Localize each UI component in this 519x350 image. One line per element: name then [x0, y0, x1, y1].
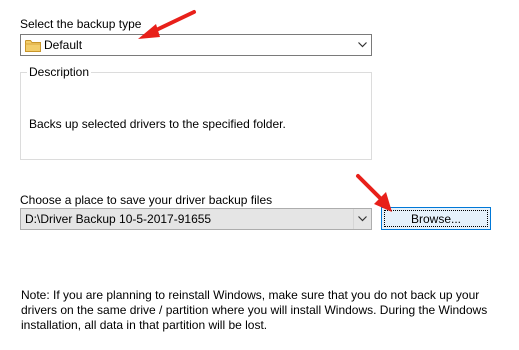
backup-type-value: Default [44, 38, 83, 52]
browse-button[interactable]: Browse... [381, 207, 491, 230]
chevron-down-icon[interactable] [354, 35, 371, 55]
save-path-combobox[interactable]: D:\Driver Backup 10-5-2017-91655 [20, 208, 372, 230]
description-legend: Description [27, 65, 92, 79]
description-text: Backs up selected drivers to the specifi… [29, 117, 286, 131]
chevron-down-icon[interactable] [353, 209, 371, 229]
save-path-value[interactable]: D:\Driver Backup 10-5-2017-91655 [25, 209, 211, 229]
folder-icon [25, 39, 41, 52]
note-text: Note: If you are planning to reinstall W… [21, 288, 488, 332]
browse-button-label: Browse... [410, 211, 461, 226]
description-groupbox: Description Backs up selected drivers to… [20, 65, 372, 160]
backup-type-label: Select the backup type [20, 17, 142, 31]
backup-type-dropdown[interactable]: Default [20, 34, 372, 56]
save-location-label: Choose a place to save your driver backu… [20, 193, 273, 207]
